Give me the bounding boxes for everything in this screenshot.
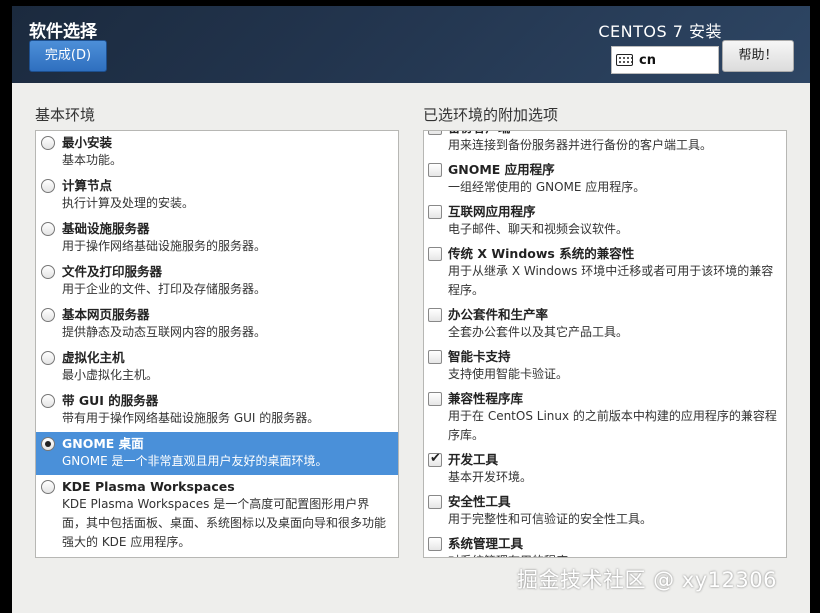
option-description: 执行计算及处理的安装。: [62, 196, 195, 210]
watermark: 掘金技术社区 @ xy12306: [517, 568, 778, 592]
keyboard-layout-label: cn: [639, 52, 656, 68]
option-title: 计算节点: [62, 178, 113, 193]
option-description: 电子邮件、聊天和视频会议软件。: [448, 222, 629, 236]
option-description: 一组经常使用的 GNOME 应用程序。: [448, 180, 646, 194]
radio-button[interactable]: [41, 308, 55, 322]
option-description: 全套办公套件以及其它产品工具。: [448, 325, 629, 339]
radio-button[interactable]: [41, 265, 55, 279]
option-description: GNOME 是一个非常直观且用户友好的桌面环境。: [62, 454, 328, 468]
radio-button[interactable]: [41, 394, 55, 408]
checkbox[interactable]: [428, 537, 442, 551]
radio-button[interactable]: [41, 136, 55, 150]
option-description: 用于企业的文件、打印及存储服务器。: [62, 282, 267, 296]
environment-option[interactable]: GNOME 桌面 GNOME 是一个非常直观且用户友好的桌面环境。: [36, 432, 398, 475]
checkbox[interactable]: [428, 308, 442, 322]
option-title: 兼容性程序库: [448, 391, 524, 406]
option-description: 用来连接到备份服务器并进行备份的客户端工具。: [448, 138, 713, 152]
header-bar: 软件选择 完成(D) CENTOS 7 安装 cn 帮助！: [12, 6, 810, 83]
option-description: 对系统管理有用的程序。: [448, 552, 780, 557]
radio-button[interactable]: [41, 437, 55, 451]
keyboard-layout-indicator[interactable]: cn: [611, 46, 719, 74]
addons-heading: 已选环境的附加选项: [423, 106, 559, 124]
addon-option[interactable]: 备份客户端用来连接到备份服务器并进行备份的客户端工具。: [424, 131, 786, 159]
checkbox[interactable]: [428, 495, 442, 509]
checkbox[interactable]: [428, 205, 442, 219]
option-description: 用于完整性和可信验证的安全性工具。: [448, 512, 653, 526]
option-description: 支持使用智能卡验证。: [448, 367, 569, 381]
base-environment-heading: 基本环境: [35, 106, 96, 124]
addon-option[interactable]: 智能卡支持支持使用智能卡验证。: [424, 346, 786, 388]
done-button[interactable]: 完成(D): [29, 40, 107, 72]
checkbox[interactable]: [428, 131, 442, 135]
option-title: 最小安装: [62, 135, 113, 150]
option-description: 基本开发环境。: [448, 470, 533, 484]
option-title: KDE Plasma Workspaces: [62, 479, 235, 494]
environment-option[interactable]: 文件及打印服务器用于企业的文件、打印及存储服务器。: [36, 260, 398, 303]
option-title: 带 GUI 的服务器: [62, 393, 159, 408]
addon-option[interactable]: 系统管理工具对系统管理有用的程序。: [424, 533, 786, 557]
environment-option[interactable]: 基础设施服务器用于操作网络基础设施服务的服务器。: [36, 217, 398, 260]
radio-button[interactable]: [41, 222, 55, 236]
option-title: 智能卡支持: [448, 349, 511, 364]
addon-option[interactable]: GNOME 应用程序一组经常使用的 GNOME 应用程序。: [424, 159, 786, 201]
option-title: 开发工具: [448, 452, 499, 467]
content-area: 基本环境 已选环境的附加选项 最小安装 基本功能。 计算节点 执行计算及处理的安装。基…: [12, 83, 810, 613]
option-description: KDE Plasma Workspaces 是一个高度可配置图形用户界面，其中包…: [62, 497, 387, 549]
checkbox[interactable]: [428, 392, 442, 406]
environment-option[interactable]: 计算节点执行计算及处理的安装。: [36, 174, 398, 217]
installer-window: 软件选择 完成(D) CENTOS 7 安装 cn 帮助！ 基本环境 已选环境的…: [0, 0, 820, 613]
option-title: 传统 X Windows 系统的兼容性: [448, 246, 635, 261]
environment-option[interactable]: KDE Plasma Workspaces KDE Plasma Workspac…: [36, 475, 398, 556]
option-title: 虚拟化主机: [62, 350, 125, 365]
option-title: GNOME 应用程序: [448, 162, 555, 177]
keyboard-icon: [616, 54, 633, 66]
radio-button[interactable]: [41, 480, 55, 494]
base-environment-list[interactable]: 最小安装基本功能。计算节点执行计算及处理的安装。 基础设施服务器用于操作网络基础设…: [35, 130, 399, 558]
option-title: 安全性工具: [448, 494, 511, 509]
checkbox[interactable]: [428, 163, 442, 177]
environment-option[interactable]: 基本网页服务器提供静态及动态互联网内容的服务器。: [36, 303, 398, 346]
addon-option[interactable]: 传统 X Windows 系统的兼容性用于从继承 X Windows 环境中迁移…: [424, 243, 786, 304]
option-description: 用于在 CentOS Linux 的之前版本中构建的应用程序的兼容程序库。: [448, 409, 777, 442]
option-title: 系统管理工具: [448, 536, 524, 551]
addons-list[interactable]: 备份客户端用来连接到备份服务器并进行备份的客户端工具。GNOME 应用程序一组经…: [423, 130, 787, 558]
checkbox[interactable]: [428, 451, 442, 467]
option-description: 基本功能。: [62, 153, 123, 167]
option-title: 文件及打印服务器: [62, 264, 163, 279]
help-button[interactable]: 帮助！: [722, 40, 794, 72]
environment-option[interactable]: 最小安装 基本功能。: [36, 131, 398, 174]
option-description: 用于从继承 X Windows 环境中迁移或者可用于该环境的兼容程序。: [448, 264, 774, 297]
option-title: GNOME 桌面: [62, 436, 144, 451]
option-title: 互联网应用程序: [448, 204, 536, 219]
product-title: CENTOS 7 安装: [598, 22, 722, 41]
radio-button[interactable]: [41, 179, 55, 193]
addon-option[interactable]: 安全性工具用于完整性和可信验证的安全性工具。: [424, 491, 786, 533]
addon-option[interactable]: 开发工具基本开发环境。: [424, 449, 786, 491]
addon-option[interactable]: 兼容性程序库用于在 CentOS Linux 的之前版本中构建的应用程序的兼容程…: [424, 388, 786, 449]
addon-option[interactable]: 互联网应用程序电子邮件、聊天和视频会议软件。: [424, 201, 786, 243]
option-description: 最小虚拟化主机。: [62, 368, 159, 382]
option-description: 提供静态及动态互联网内容的服务器。: [62, 325, 267, 339]
environment-option[interactable]: 开发及生成工作站用于软件、硬件、图形或者内容开发的工作站。: [36, 556, 398, 557]
option-description: 带有用于操作网络基础设施服务 GUI 的服务器。: [62, 411, 320, 425]
environment-option[interactable]: 带 GUI 的服务器带有用于操作网络基础设施服务 GUI 的服务器。: [36, 389, 398, 432]
option-title: 基础设施服务器: [62, 221, 150, 236]
radio-button[interactable]: [41, 351, 55, 365]
environment-option[interactable]: 虚拟化主机最小虚拟化主机。: [36, 346, 398, 389]
checkbox[interactable]: [428, 350, 442, 364]
option-title: 基本网页服务器: [62, 307, 150, 322]
page-title: 软件选择: [29, 22, 97, 42]
addon-option[interactable]: 办公套件和生产率全套办公套件以及其它产品工具。: [424, 304, 786, 346]
checkbox[interactable]: [428, 247, 442, 261]
option-description: 用于操作网络基础设施服务的服务器。: [62, 239, 267, 253]
option-title: 办公套件和生产率: [448, 307, 549, 322]
